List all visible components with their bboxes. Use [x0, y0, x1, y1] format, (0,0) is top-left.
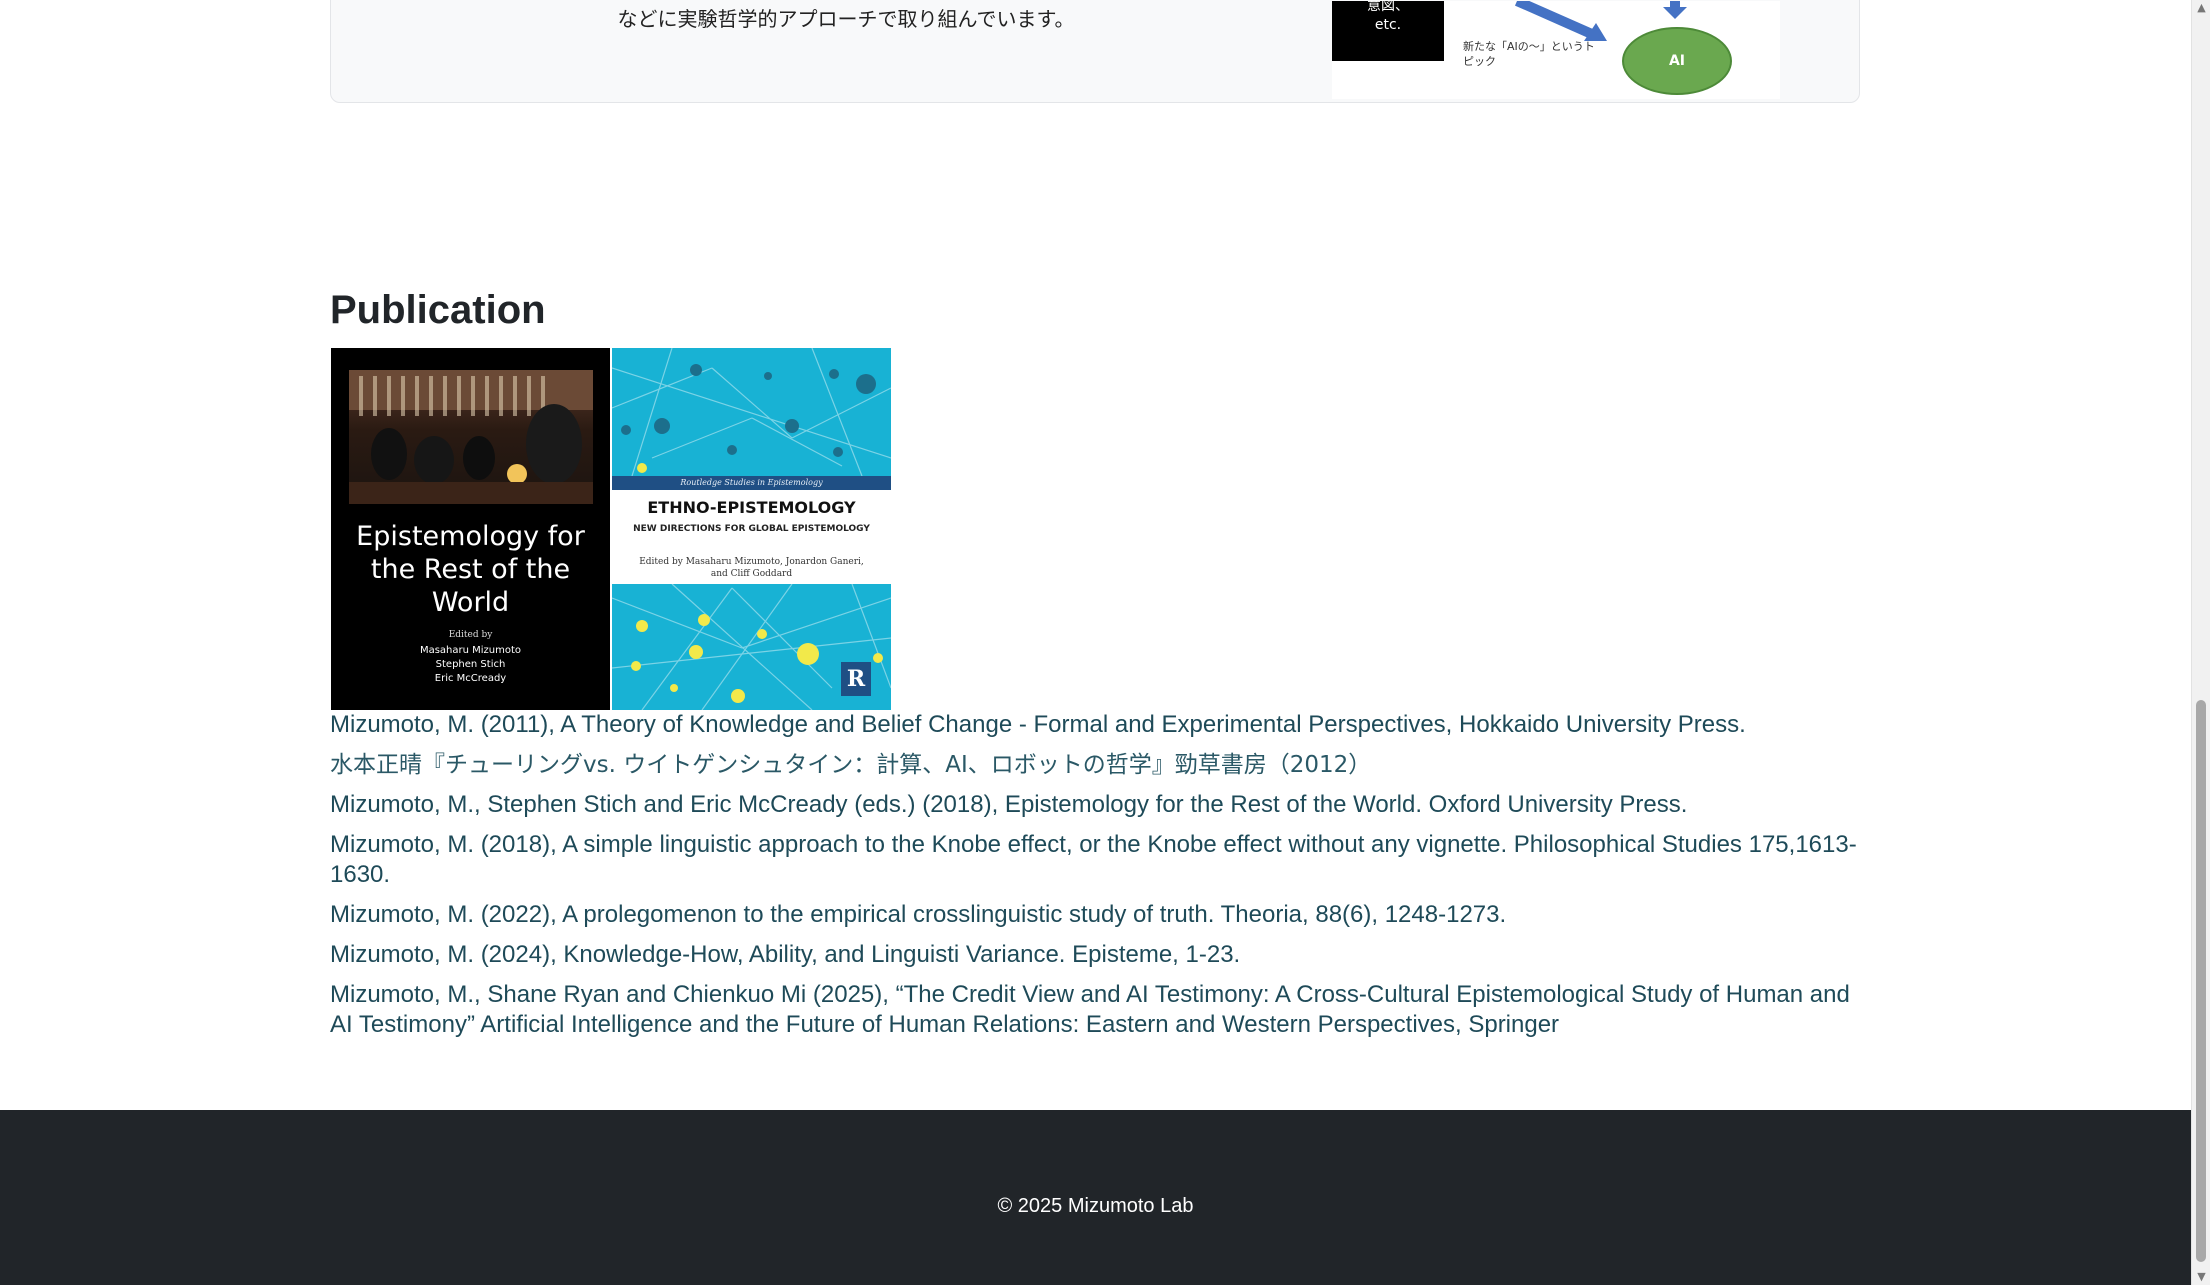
- cover-editors: Masaharu Mizumoto Stephen Stich Eric McC…: [331, 644, 610, 686]
- publication-item: Mizumoto, M. (2011), A Theory of Knowled…: [330, 711, 1746, 738]
- book-cover-ethno-epistemology[interactable]: Routledge Studies in Epistemology ETHNO-…: [612, 348, 891, 710]
- vertical-scrollbar[interactable]: ▲ ▼: [2191, 0, 2210, 1285]
- cover-subtitle: NEW DIRECTIONS FOR GLOBAL EPISTEMOLOGY: [633, 524, 870, 534]
- publication-item: Mizumoto, M., Stephen Stich and Eric McC…: [330, 791, 1688, 818]
- research-card: などに実験哲学的アプローチで取り組んでいます。 意図、 etc. 新たな「AIの…: [330, 0, 1860, 103]
- diagram-box-line: etc.: [1374, 17, 1402, 33]
- publication-item: Mizumoto, M. (2018), A simple linguistic…: [330, 831, 1857, 888]
- publication-item: 水本正晴『チューリングvs. ウイトゲンシュタイン：計算、AI、ロボットの哲学』…: [330, 752, 1372, 778]
- publisher-logo: R: [841, 662, 871, 696]
- diagram-concept-box: 意図、 etc.: [1332, 1, 1444, 61]
- copyright-text: © 2025 Mizumoto Lab: [997, 1195, 1194, 1217]
- diagram-arrow-diagonal: [1514, 1, 1597, 40]
- scroll-down-arrow-icon[interactable]: ▼: [2192, 1269, 2210, 1285]
- diagram-box-line: 意図、: [1367, 1, 1409, 14]
- cover-editor: Stephen Stich: [435, 659, 506, 670]
- publication-list: Mizumoto, M. (2011), A Theory of Knowled…: [330, 710, 1870, 1050]
- scrollbar-thumb[interactable]: [2196, 700, 2206, 1262]
- cover-editor: Masaharu Mizumoto: [419, 645, 522, 656]
- cover-title: Epistemology for the Rest of the World: [356, 521, 585, 618]
- book-covers: Epistemology for the Rest of the World E…: [331, 348, 891, 710]
- diagram-arrowhead-down: [1663, 7, 1687, 19]
- footer: © 2025 Mizumoto Lab: [0, 1110, 2191, 1285]
- page: などに実験哲学的アプローチで取り組んでいます。 意図、 etc. 新たな「AIの…: [0, 0, 2191, 1285]
- cover-editors: Edited by Masaharu Mizumoto, Jonardon Ga…: [639, 557, 864, 579]
- book-cover-epistemology-rest-of-world[interactable]: Epistemology for the Rest of the World E…: [331, 348, 610, 710]
- publication-item: Mizumoto, M. (2022), A prolegomenon to t…: [330, 901, 1507, 928]
- cover-editor: Eric McCready: [434, 673, 507, 684]
- publication-item: Mizumoto, M. (2024), Knowledge-How, Abil…: [330, 941, 1241, 968]
- cover-artwork-scene: [349, 370, 593, 504]
- research-diagram: 意図、 etc. 新たな「AIの～」というトピック AI: [1332, 1, 1780, 99]
- cover-edited-by: Edited by: [448, 630, 493, 640]
- scroll-up-arrow-icon[interactable]: ▲: [2192, 0, 2210, 16]
- publication-heading: Publication: [330, 288, 546, 332]
- cover-artwork: [349, 370, 593, 504]
- publication-item: Mizumoto, M., Shane Ryan and Chienkuo Mi…: [330, 981, 1850, 1038]
- cover-series: Routledge Studies in Epistemology: [612, 476, 891, 490]
- cover-title: ETHNO-EPISTEMOLOGY: [647, 498, 856, 517]
- research-description: などに実験哲学的アプローチで取り組んでいます。: [617, 7, 1075, 31]
- diagram-note: 新たな「AIの～」というトピック: [1463, 40, 1595, 68]
- diagram-ai-node: AI: [1622, 27, 1732, 95]
